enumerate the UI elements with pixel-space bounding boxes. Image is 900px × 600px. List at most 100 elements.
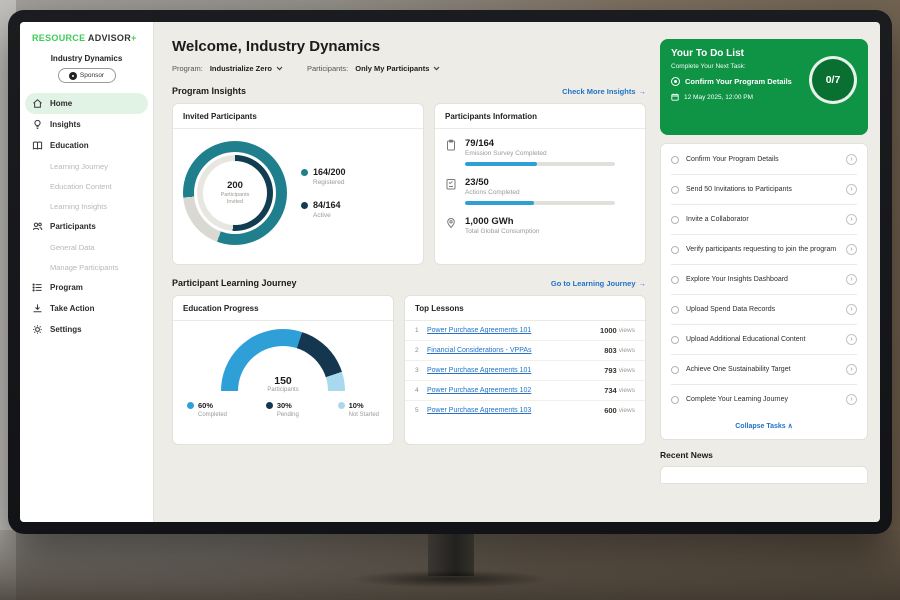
task-row[interactable]: Verify participants requesting to join t…: [671, 235, 857, 265]
lesson-link[interactable]: Power Purchase Agreements 103: [427, 407, 604, 414]
sidebar-item-education-content[interactable]: Education Content: [20, 176, 153, 196]
legend-pending: 30% Pending: [266, 401, 299, 418]
task-row[interactable]: Send 50 Invitations to Participants ›: [671, 175, 857, 205]
task-row[interactable]: Upload Spend Data Records ›: [671, 295, 857, 325]
lesson-row[interactable]: 4 Power Purchase Agreements 102 734 view…: [405, 381, 645, 401]
lesson-row[interactable]: 5 Power Purchase Agreements 103 600 view…: [405, 401, 645, 420]
participants-information-title: Participants Information: [435, 104, 645, 129]
education-progress-gauge: 150 Participants: [221, 329, 345, 393]
sidebar-item-settings[interactable]: Settings: [20, 319, 153, 340]
task-chevron-button[interactable]: ›: [846, 394, 857, 405]
task-chevron-button[interactable]: ›: [846, 274, 857, 285]
gauge-legend: 60% Completed 30% Pending 10% Not Starte…: [173, 393, 393, 418]
lesson-link[interactable]: Power Purchase Agreements 101: [427, 367, 604, 374]
gauge-center-label: Participants: [221, 387, 345, 393]
education-progress-card: Education Progress 150 Participants: [172, 295, 394, 445]
legend-active: 84/164 Active: [301, 200, 346, 219]
list-icon: [32, 282, 43, 293]
task-chevron-button[interactable]: ›: [846, 304, 857, 315]
calendar-icon: [671, 93, 679, 101]
task-row[interactable]: Confirm Your Program Details ›: [671, 145, 857, 175]
stat-emission-survey: 79/164 Emission Survey Completed: [445, 138, 635, 166]
clipboard-icon: [445, 139, 457, 151]
sidebar-item-home[interactable]: Home: [25, 93, 148, 114]
desk-background: RESOURCE ADVISOR+ Industry Dynamics Spon…: [0, 0, 900, 600]
task-chevron-button[interactable]: ›: [846, 244, 857, 255]
task-chevron-button[interactable]: ›: [846, 334, 857, 345]
task-checkbox[interactable]: [671, 246, 679, 254]
invited-participants-title: Invited Participants: [173, 104, 423, 129]
gear-icon: [32, 324, 43, 335]
collapse-tasks-link[interactable]: Collapse Tasks ∧: [671, 414, 857, 438]
sidebar-nav: Home Insights Education Learning Journey…: [20, 93, 153, 340]
program-insights-heading: Program Insights: [172, 86, 246, 96]
lesson-row[interactable]: 1 Power Purchase Agreements 101 1000 vie…: [405, 321, 645, 341]
task-chevron-button[interactable]: ›: [846, 364, 857, 375]
sidebar-item-learning-insights[interactable]: Learning Insights: [20, 196, 153, 216]
learning-journey-heading: Participant Learning Journey: [172, 278, 297, 288]
main-content: Welcome, Industry Dynamics Program: Indu…: [154, 22, 660, 522]
program-select[interactable]: Industrialize Zero: [210, 64, 283, 73]
task-row[interactable]: Complete Your Learning Journey ›: [671, 385, 857, 414]
sidebar-item-education[interactable]: Education: [20, 135, 153, 156]
task-chevron-button[interactable]: ›: [846, 184, 857, 195]
monitor-bezel: RESOURCE ADVISOR+ Industry Dynamics Spon…: [8, 10, 892, 534]
todo-tasks-card: Confirm Your Program Details › Send 50 I…: [660, 143, 868, 440]
stat-actions-completed: 23/50 Actions Completed: [445, 177, 635, 205]
legend-registered: 164/200 Registered: [301, 167, 346, 186]
task-row[interactable]: Upload Additional Educational Content ›: [671, 325, 857, 355]
radio-icon: [671, 77, 680, 86]
lesson-row[interactable]: 2 Financial Considerations - VPPAs 803 v…: [405, 341, 645, 361]
sponsor-icon: [69, 72, 77, 80]
donut-legend: 164/200 Registered 84/164 Active: [301, 167, 346, 219]
lesson-link[interactable]: Financial Considerations - VPPAs: [427, 347, 604, 354]
task-row[interactable]: Achieve One Sustainability Target ›: [671, 355, 857, 385]
top-lessons-title: Top Lessons: [405, 296, 645, 321]
participants-filter-label: Participants:: [307, 64, 348, 73]
sidebar-item-general-data[interactable]: General Data: [20, 237, 153, 257]
task-checkbox[interactable]: [671, 336, 679, 344]
task-chevron-button[interactable]: ›: [846, 214, 857, 225]
sidebar-item-manage-participants[interactable]: Manage Participants: [20, 257, 153, 277]
task-checkbox[interactable]: [671, 156, 679, 164]
chevron-down-icon: [433, 66, 440, 71]
donut-center-label: Participants Invited: [213, 192, 257, 205]
task-chevron-button[interactable]: ›: [846, 154, 857, 165]
donut-center-value: 200: [227, 180, 243, 191]
participants-select[interactable]: Only My Participants: [355, 64, 440, 73]
task-checkbox[interactable]: [671, 306, 679, 314]
check-more-insights-link[interactable]: Check More Insights →: [562, 87, 646, 96]
chevron-down-icon: [276, 66, 283, 71]
lesson-link[interactable]: Power Purchase Agreements 101: [427, 327, 600, 334]
sidebar-item-take-action[interactable]: Take Action: [20, 298, 153, 319]
todo-progress-ring: 0/7: [809, 56, 857, 104]
completed-dot: [187, 402, 194, 409]
task-checkbox[interactable]: [671, 396, 679, 404]
go-to-learning-journey-link[interactable]: Go to Learning Journey →: [551, 279, 646, 288]
next-task-row[interactable]: Confirm Your Program Details: [671, 77, 819, 86]
lesson-row[interactable]: 3 Power Purchase Agreements 101 793 view…: [405, 361, 645, 381]
task-row[interactable]: Explore Your Insights Dashboard ›: [671, 265, 857, 295]
lightbulb-icon: [32, 119, 43, 130]
chevron-up-icon: ∧: [788, 423, 793, 430]
people-icon: [32, 221, 43, 232]
app-logo: RESOURCE ADVISOR+: [20, 33, 153, 43]
sidebar-item-insights[interactable]: Insights: [20, 114, 153, 135]
invited-participants-card: Invited Participants 200 Participants In…: [172, 103, 424, 265]
actions-progress-bar: [465, 201, 615, 205]
education-progress-title: Education Progress: [173, 296, 393, 321]
task-row[interactable]: Invite a Collaborator ›: [671, 205, 857, 235]
sidebar-item-learning-journey[interactable]: Learning Journey: [20, 156, 153, 176]
sponsor-badge[interactable]: Sponsor: [58, 68, 116, 83]
recent-news-heading: Recent News: [660, 450, 868, 460]
task-checkbox[interactable]: [671, 276, 679, 284]
task-checkbox[interactable]: [671, 366, 679, 374]
sidebar-item-program[interactable]: Program: [20, 277, 153, 298]
lesson-link[interactable]: Power Purchase Agreements 102: [427, 387, 604, 394]
sidebar-item-participants[interactable]: Participants: [20, 216, 153, 237]
emission-progress-bar: [465, 162, 615, 166]
download-icon: [32, 303, 43, 314]
task-checkbox[interactable]: [671, 216, 679, 224]
stat-global-consumption: 1,000 GWh Total Global Consumption: [445, 216, 635, 235]
task-checkbox[interactable]: [671, 186, 679, 194]
